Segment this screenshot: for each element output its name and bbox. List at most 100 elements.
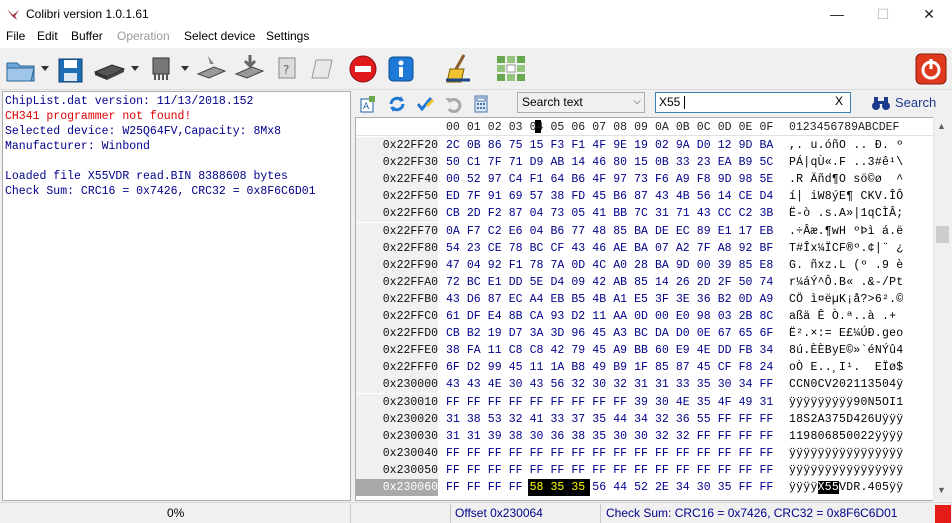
hex-byte[interactable]: FF [697,445,714,462]
chip-write-icon[interactable] [232,52,266,86]
hex-byte[interactable]: FF [760,445,777,462]
hex-byte[interactable]: 00 [446,171,463,188]
hex-byte[interactable]: 5E [530,274,547,291]
hex-byte[interactable]: 31 [446,428,463,445]
hex-byte[interactable]: 35 [592,411,609,428]
hex-row[interactable]: 0x230050 FF FF FF FF FF FF FF FF FF FF FF FF FF FF FF FF… [356,461,934,479]
hex-byte[interactable]: 87 [509,205,526,222]
hex-byte[interactable]: 50 [739,274,756,291]
hex-byte[interactable]: C2 [739,205,756,222]
hex-byte[interactable]: 85 [655,359,672,376]
hex-byte[interactable]: FF [739,411,756,428]
calculator-icon[interactable] [471,94,491,114]
hex-byte[interactable]: 05 [571,205,588,222]
read-dropdown-icon[interactable] [131,66,139,72]
hex-byte[interactable]: FF [467,445,484,462]
hex-byte[interactable]: BB [634,342,651,359]
hex-row-ascii[interactable]: Ë².×:= E£¼ÚÐ.geo [789,325,903,342]
open-dropdown-icon[interactable] [41,66,49,72]
hex-byte[interactable]: B6 [613,188,630,205]
hex-byte[interactable]: A8 [718,240,735,257]
hex-row[interactable]: 0x230030 31 31 39 38 30 36 38 35 30 30 32 32 FF FF FF FF… [356,427,934,445]
hex-byte[interactable]: 7C [634,205,651,222]
hex-byte[interactable]: 38 [446,342,463,359]
hex-byte[interactable]: 28 [634,257,651,274]
hex-byte[interactable]: 7A [551,257,568,274]
hex-byte[interactable]: 52 [467,171,484,188]
hex-byte[interactable]: F1 [509,257,526,274]
hex-byte[interactable]: 87 [634,188,651,205]
hex-byte[interactable]: 69 [509,188,526,205]
hex-byte[interactable]: 1F [634,359,651,376]
hex-byte[interactable]: 11 [530,359,547,376]
hex-byte[interactable]: 30 [530,428,547,445]
hex-byte[interactable]: F7 [467,223,484,240]
hex-byte[interactable]: FF [571,394,588,411]
hex-byte[interactable]: 04 [530,223,547,240]
hex-byte[interactable]: 71 [509,154,526,171]
hex-byte[interactable]: FF [697,462,714,479]
hex-byte[interactable]: FF [739,428,756,445]
hex-byte[interactable]: D6 [467,291,484,308]
hex-byte[interactable]: EA [718,154,735,171]
hex-byte[interactable]: BC [530,240,547,257]
hex-byte[interactable]: FF [634,445,651,462]
hex-byte[interactable]: 93 [551,308,568,325]
hex-byte[interactable]: A0 [613,257,630,274]
hex-byte[interactable]: F6 [655,171,672,188]
hex-byte[interactable]: B8 [571,359,588,376]
hex-byte[interactable]: 43 [697,205,714,222]
hex-byte[interactable]: 9D [718,171,735,188]
hex-byte[interactable]: FF [530,394,547,411]
fill-block-icon[interactable]: A [358,94,378,114]
hex-byte[interactable]: 04 [530,205,547,222]
hex-byte[interactable]: EB [760,223,777,240]
hex-byte[interactable]: 35 [697,394,714,411]
maximize-button[interactable]: ☐ [860,0,906,28]
hex-byte[interactable]: 73 [551,205,568,222]
hex-byte[interactable]: 1A [551,359,568,376]
hex-byte[interactable]: E1 [718,223,735,240]
hex-byte[interactable]: CE [739,188,756,205]
hex-row[interactable]: 0x230060 FF FF FF FF 58 35 35 56 44 52 2E 34 30 35 FF FF… [356,479,934,496]
hex-byte[interactable]: 2D [697,274,714,291]
hex-byte[interactable]: FF [760,376,777,393]
hex-byte[interactable]: 32 [571,376,588,393]
chip-erase-icon[interactable] [194,52,228,86]
hex-byte[interactable]: CB [446,325,463,342]
hex-byte[interactable]: 71 [676,205,693,222]
hex-byte[interactable]: E5 [634,291,651,308]
hex-row[interactable]: 0x22FF40 00 52 97 C4 F1 64 B6 4F 97 73 F6 A9 F8 9D 98 5E… [356,171,934,189]
hex-byte[interactable]: 37 [571,411,588,428]
stop-icon[interactable] [346,52,380,86]
hex-byte[interactable]: 39 [634,394,651,411]
hex-byte[interactable]: 38 [467,411,484,428]
hex-byte[interactable]: 23 [697,154,714,171]
hex-byte[interactable]: 58 [527,479,549,496]
hex-row-ascii[interactable]: aßä Ê Ò.ª..à .+ [789,308,903,325]
hex-byte[interactable]: FF [613,462,630,479]
hex-byte[interactable]: FF [446,462,463,479]
hex-byte[interactable]: ED [446,188,463,205]
hex-byte[interactable]: B5 [571,291,588,308]
hex-byte[interactable]: 31 [655,376,672,393]
hex-row-ascii[interactable]: ÿÿÿÿX55VDR.405ÿÿ [789,479,903,496]
hex-byte[interactable]: E0 [676,308,693,325]
clean-broom-icon[interactable] [442,52,476,86]
hex-byte[interactable]: BA [634,240,651,257]
hex-byte[interactable]: FF [571,462,588,479]
hex-byte[interactable]: 30 [697,479,714,496]
hex-byte[interactable]: 19 [634,137,651,154]
hex-byte[interactable]: 30 [634,428,651,445]
hex-byte[interactable]: E8 [760,257,777,274]
refresh-icon[interactable] [387,94,407,114]
hex-byte[interactable]: DD [509,274,526,291]
hex-byte[interactable]: F8 [697,171,714,188]
hex-byte[interactable]: AB [551,154,568,171]
hex-row[interactable]: 0x230000 43 43 4E 30 43 56 32 30 32 31 31 33 35 30 34 FF… [356,376,934,394]
hex-byte[interactable]: 45 [509,359,526,376]
hex-byte[interactable]: 43 [530,376,547,393]
hex-byte[interactable]: 45 [592,325,609,342]
hex-byte[interactable]: 00 [697,257,714,274]
hex-byte[interactable]: C2 [488,223,505,240]
